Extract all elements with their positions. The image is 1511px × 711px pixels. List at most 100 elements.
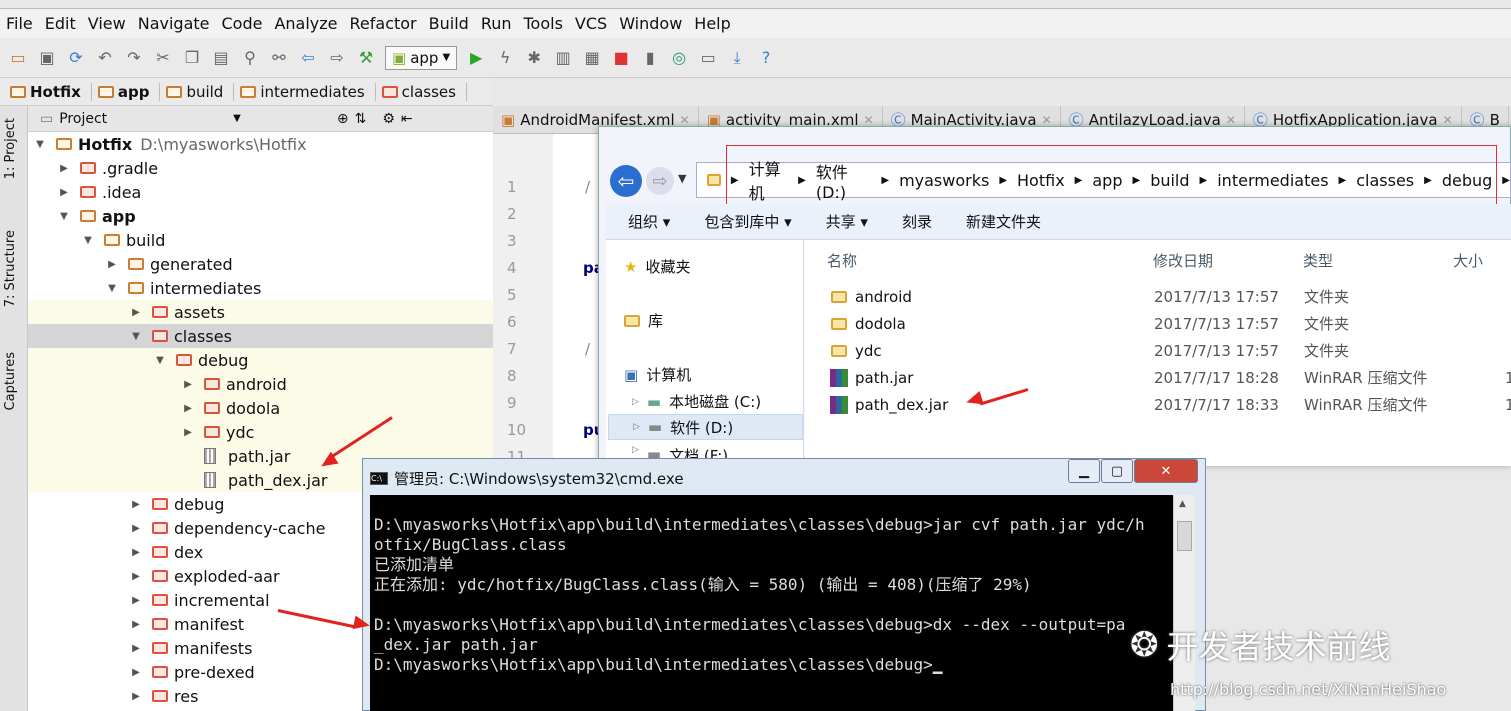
column-size[interactable]: 大小 [1453,250,1483,271]
nav-computer[interactable]: ▣ 计算机 [624,364,691,385]
debug-icon[interactable]: ✱ [524,48,544,68]
tree-item-hotfix[interactable]: ▼ Hotfix D:\myasworks\Hotfix [28,132,493,156]
tree-item-generated[interactable]: ▶ generated [28,252,493,276]
menu-code[interactable]: Code [216,14,269,33]
collapsed-arrow-icon[interactable]: ▶ [58,163,70,174]
collapsed-arrow-icon[interactable]: ▶ [130,571,142,582]
collapsed-arrow-icon[interactable]: ▶ [182,379,194,390]
breadcrumb-item[interactable]: build [166,82,235,101]
nav-libraries[interactable]: 库 [624,310,663,331]
menu-file[interactable]: File [0,14,39,33]
collapsed-arrow-icon[interactable]: ▶ [130,619,142,630]
collapsed-arrow-icon[interactable]: ▶ [58,187,70,198]
collapsed-arrow-icon[interactable]: ▶ [182,427,194,438]
sync-icon[interactable]: ⟳ [66,48,86,68]
tree-item-assets[interactable]: ▶ assets [28,300,493,324]
file-row[interactable]: path.jar 2017/7/17 18:28 WinRAR 压缩文件 1 [805,364,1511,391]
new-folder-button[interactable]: 新建文件夹 [966,211,1041,232]
column-type[interactable]: 类型 [1303,250,1333,271]
include-in-library-button[interactable]: 包含到库中 ▾ [704,211,791,232]
collapsed-arrow-icon[interactable]: ▶ [106,259,118,270]
tree-item-ydc[interactable]: ▶ ydc [28,420,493,444]
back-icon[interactable]: ⇦ [610,165,642,197]
tree-item-idea[interactable]: ▶ .idea [28,180,493,204]
tree-item-debug-expanded[interactable]: ▼ debug [28,348,493,372]
expanded-arrow-icon[interactable]: ▼ [34,139,46,150]
menu-analyze[interactable]: Analyze [268,14,343,33]
collapsed-arrow-icon[interactable]: ▷ [632,397,639,407]
forward-icon[interactable]: ⇨ [327,48,347,68]
collapsed-arrow-icon[interactable]: ▶ [130,595,142,606]
make-icon[interactable]: ⚒ [356,48,376,68]
paste-icon[interactable]: ▤ [211,48,231,68]
expanded-arrow-icon[interactable]: ▼ [58,211,70,222]
collapsed-arrow-icon[interactable]: ▶ [130,499,142,510]
menu-view[interactable]: View [82,14,132,33]
breadcrumb-item[interactable]: Hotfix [10,82,92,101]
file-row[interactable]: android 2017/7/13 17:57 文件夹 [805,283,1511,310]
breadcrumb-item[interactable]: app [97,82,161,101]
menu-refactor[interactable]: Refactor [344,14,423,33]
sdk-manager-icon[interactable]: ⤓ [727,48,747,68]
forward-icon[interactable]: ⇨ [646,167,674,195]
copy-icon[interactable]: ❐ [182,48,202,68]
nav-drive-c[interactable]: ▷ ▬ 本地磁盘 (C:) [632,391,761,412]
share-button[interactable]: 共享 ▾ [826,211,868,232]
file-row[interactable]: path_dex.jar 2017/7/17 18:33 WinRAR 压缩文件 1 [805,391,1511,418]
maximize-button[interactable]: ▢ [1101,459,1133,483]
column-name[interactable]: 名称 [827,250,857,271]
column-modified[interactable]: 修改日期 [1153,250,1213,271]
expanded-arrow-icon[interactable]: ▼ [130,331,142,342]
collapse-icon[interactable]: ⇅ [355,111,367,127]
menu-navigate[interactable]: Navigate [132,14,216,33]
redo-icon[interactable]: ↷ [124,48,144,68]
file-row[interactable]: ydc 2017/7/13 17:57 文件夹 [805,337,1511,364]
run-config-select[interactable]: ▣ app ▼ [385,45,458,70]
tab-project[interactable]: 1: Project [3,118,18,179]
tab-captures[interactable]: Captures [3,352,18,410]
menu-build[interactable]: Build [423,14,475,33]
hide-panel-icon[interactable]: ⇤ [401,111,413,127]
nav-favorites[interactable]: ★ 收藏夹 [624,256,690,277]
close-icon[interactable]: ✕ [1443,113,1453,127]
close-icon[interactable]: ✕ [864,113,874,127]
menu-window[interactable]: Window [613,14,688,33]
project-panel-title[interactable]: Project [59,111,107,127]
tree-item-classes[interactable]: ▼ classes [28,324,493,348]
collapsed-arrow-icon[interactable]: ▶ [130,523,142,534]
replace-icon[interactable]: ⚯ [269,48,289,68]
chevron-down-icon[interactable]: ▼ [233,113,241,124]
breadcrumb-item[interactable]: intermediates [240,82,376,101]
tree-item-intermediates[interactable]: ▼ intermediates [28,276,493,300]
tree-item-app[interactable]: ▼ app [28,204,493,228]
run-icon[interactable]: ▶ [466,48,486,68]
avd-manager-icon[interactable]: ▮ [640,48,660,68]
organize-button[interactable]: 组织 ▾ [628,211,670,232]
collapsed-arrow-icon[interactable]: ▷ [632,445,639,455]
scroll-thumb[interactable] [1177,521,1192,551]
collapsed-arrow-icon[interactable]: ▶ [130,307,142,318]
breadcrumb-item[interactable]: classes [381,82,467,101]
expanded-arrow-icon[interactable]: ▼ [154,355,166,366]
locate-icon[interactable]: ⊕ [337,111,349,127]
apply-changes-icon[interactable]: ϟ [495,48,515,68]
collapsed-arrow-icon[interactable]: ▶ [130,691,142,702]
collapsed-arrow-icon[interactable]: ▶ [130,643,142,654]
menu-help[interactable]: Help [688,14,736,33]
device-monitor-icon[interactable]: ▭ [698,48,718,68]
save-icon[interactable]: ▣ [37,48,57,68]
recent-locations-icon[interactable]: ▼ [678,172,686,185]
close-icon[interactable]: ✕ [680,113,690,127]
gradle-sync-icon[interactable]: ◎ [669,48,689,68]
nav-drive-d[interactable]: ▷ ▬ 软件 (D:) [608,414,803,440]
tree-item-dodola[interactable]: ▶ dodola [28,396,493,420]
expanded-arrow-icon[interactable]: ▼ [106,283,118,294]
collapsed-arrow-icon[interactable]: ▷ [633,422,640,432]
tree-item-build[interactable]: ▼ build [28,228,493,252]
file-row[interactable]: dodola 2017/7/13 17:57 文件夹 [805,310,1511,337]
menu-run[interactable]: Run [475,14,518,33]
scroll-up-icon[interactable]: ▲ [1179,499,1186,509]
tab-structure[interactable]: 7: Structure [3,230,18,307]
collapsed-arrow-icon[interactable]: ▶ [130,547,142,558]
back-icon[interactable]: ⇦ [298,48,318,68]
